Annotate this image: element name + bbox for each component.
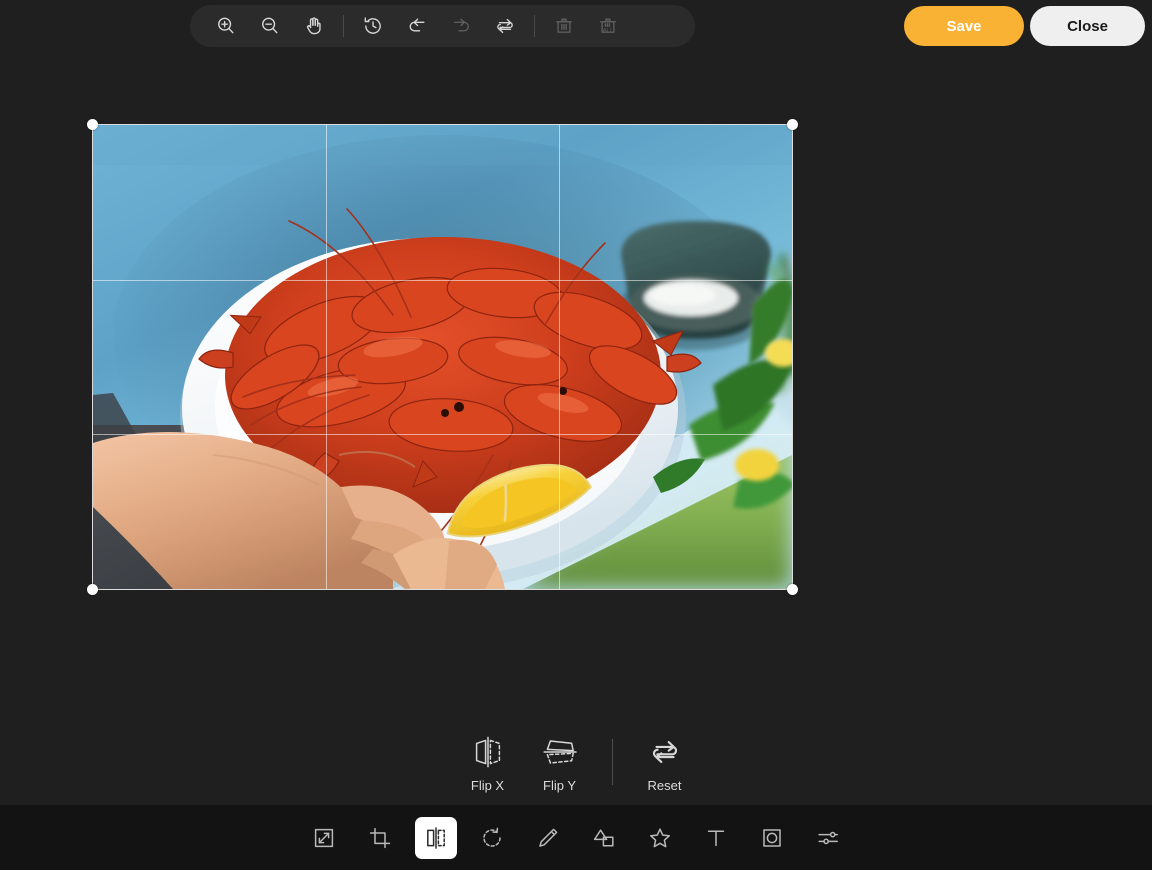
flip-submenu: Flip X Flip Y Reset — [0, 712, 1152, 812]
reset-loop-icon — [648, 732, 682, 772]
grid-line-horizontal-2 — [93, 434, 792, 435]
redo-icon — [454, 18, 470, 32]
nav-icon-button[interactable] — [639, 817, 681, 859]
handle-bottom-right[interactable] — [787, 584, 798, 595]
flip-x-icon — [471, 732, 505, 772]
resize-icon — [314, 828, 334, 847]
grid-line-vertical-2 — [559, 125, 560, 589]
toolbar-divider — [343, 15, 344, 37]
history-icon — [364, 17, 381, 34]
pencil-icon — [539, 828, 558, 847]
flip-y-button[interactable]: Flip Y — [524, 732, 596, 793]
nav-shape-button[interactable] — [583, 817, 625, 859]
nav-text-button[interactable] — [695, 817, 737, 859]
image-selection-frame[interactable] — [87, 119, 798, 595]
flip-y-icon — [541, 732, 579, 772]
zoom-in-icon — [218, 17, 234, 34]
submenu-divider — [611, 739, 613, 785]
rotate-icon — [483, 827, 501, 847]
flip-x-button[interactable]: Flip X — [452, 732, 524, 793]
flip-reset-label: Reset — [647, 777, 682, 793]
zoom-out-icon — [262, 17, 278, 34]
nav-rotate-button[interactable] — [471, 817, 513, 859]
delete-all-text: ALL — [603, 28, 614, 34]
mask-icon — [763, 828, 781, 847]
canvas-area[interactable]: Flip X Flip Y Reset — [0, 52, 1152, 805]
flip-reset-button[interactable]: Reset — [629, 732, 701, 793]
delete-all-button[interactable]: ALL — [586, 7, 630, 45]
handle-top-right[interactable] — [787, 119, 798, 130]
handle-top-left[interactable] — [87, 119, 98, 130]
hand-button[interactable] — [292, 7, 336, 45]
top-toolbar: ALL Save Close — [0, 0, 1152, 52]
nav-mask-button[interactable] — [751, 817, 793, 859]
filter-icon — [818, 831, 838, 844]
flip-icon — [427, 826, 445, 849]
shape-icon — [593, 828, 614, 847]
image-editor-app: ALL Save Close Flip X Flip Y Reset — [0, 0, 1152, 870]
tool-pill-group: ALL — [190, 5, 695, 47]
grid-line-horizontal-1 — [93, 280, 792, 281]
edited-image[interactable] — [92, 124, 793, 590]
handle-bottom-left[interactable] — [87, 584, 98, 595]
reset-icon — [497, 18, 513, 34]
undo-button[interactable] — [395, 7, 439, 45]
nav-flip-button[interactable] — [415, 816, 457, 859]
star-icon — [650, 827, 670, 847]
trash-all-icon: ALL — [599, 18, 617, 34]
save-button[interactable]: Save — [904, 6, 1024, 46]
zoom-out-button[interactable] — [248, 7, 292, 45]
nav-resize-button[interactable] — [303, 817, 345, 859]
bottom-navigation — [0, 805, 1152, 870]
photo-content — [93, 125, 792, 589]
trash-icon — [555, 18, 573, 33]
grid-line-vertical-1 — [326, 125, 327, 589]
hand-icon — [306, 17, 321, 35]
nav-filter-button[interactable] — [807, 817, 849, 859]
flip-y-label: Flip Y — [543, 777, 576, 793]
zoom-in-button[interactable] — [204, 7, 248, 45]
toolbar-divider-2 — [534, 15, 535, 37]
reset-button[interactable] — [483, 7, 527, 45]
history-button[interactable] — [351, 7, 395, 45]
undo-icon — [409, 18, 425, 32]
crop-icon — [369, 827, 391, 848]
redo-button[interactable] — [439, 7, 483, 45]
text-icon — [707, 829, 725, 846]
flip-x-label: Flip X — [470, 777, 505, 793]
close-button[interactable]: Close — [1030, 6, 1145, 46]
nav-crop-button[interactable] — [359, 817, 401, 859]
delete-button[interactable] — [542, 7, 586, 45]
nav-draw-button[interactable] — [527, 817, 569, 859]
